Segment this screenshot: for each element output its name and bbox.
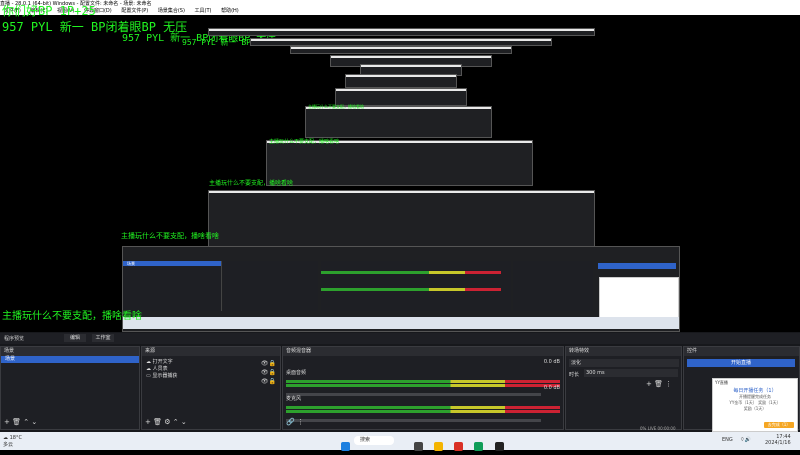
start-streaming-button[interactable]: 开始直播 [687, 359, 795, 367]
duration-label: 时长 [569, 372, 580, 378]
menu-bar: 文件(F) 编辑(E) 视图(V) 停靠窗口(D) 配置文件(P) 场景集合(S… [0, 8, 800, 15]
transition-select[interactable]: 淡化 [569, 359, 679, 367]
nested-overlay-11: 主播玩什么不要支配，播啥看啥 [121, 232, 219, 240]
transitions-panel: 转场特效 淡化 时长 300 ms + 🗑 ⋮ [565, 346, 682, 430]
popup-title: 每日开播任务（1） [733, 388, 777, 394]
nested-preview-8: 主播玩什么不要支配，播啥看啥 [305, 104, 492, 138]
remove-scene-icon[interactable]: 🗑 [12, 418, 21, 426]
track-db: 0.0 dB [543, 359, 560, 365]
overlay-text-bottom: 主播玩什么不要支配，播啥看啥 [2, 311, 142, 322]
menu-scene-collection[interactable]: 场景集合(S) [158, 8, 185, 14]
source-label: 打开文字 [152, 359, 173, 365]
move-up-icon[interactable]: ⌃ [173, 418, 179, 426]
menu-dots-icon[interactable]: ⋮ [665, 380, 672, 388]
sources-title: 来源 [142, 347, 280, 356]
window-title-bar: 直播 - 28.0.1 (64-bit) Windows - 配置文件: 未命名… [0, 0, 800, 8]
nested-overlay-8: 主播玩什么不要支配，播啥看啥 [308, 104, 364, 109]
transition-toolbar: + 🗑 ⋮ [646, 380, 672, 388]
source-label: 人员表 [152, 366, 168, 372]
eye-icon[interactable]: 👁🔒 [261, 368, 276, 377]
edit-button[interactable]: 编辑 [64, 334, 86, 342]
preview-label: 程序预览 [4, 336, 25, 342]
track-name: 桌面音频 [286, 370, 307, 376]
eye-icon[interactable]: 👁🔒 [261, 377, 276, 386]
nested-overlay-10: 主播玩什么不要支配，播啥看啥 [209, 180, 294, 187]
input-language[interactable]: ENG [722, 437, 733, 443]
studio-button[interactable]: 工作室 [92, 334, 114, 342]
source-item[interactable]: ☁ 打开文字 [142, 359, 280, 366]
track-db: 0.0 dB [543, 385, 560, 391]
nested-preview-2 [250, 38, 552, 46]
mixer-track: 麦克风 0.0 dB [286, 385, 560, 422]
popup-line: 奖励（1天） [743, 406, 767, 411]
eye-icon[interactable]: 👁🔒 [261, 359, 276, 368]
duration-input[interactable]: 300 ms [584, 369, 678, 377]
menu-dots-icon[interactable]: ⋮ [297, 418, 304, 426]
add-source-icon[interactable]: + [145, 418, 151, 426]
nested-preview-3 [290, 46, 512, 54]
nested-start-button [598, 263, 676, 269]
wifi-icon[interactable]: ⌔🔊 [740, 437, 751, 443]
taskbar-clock[interactable]: 17:44 2024/1/16 [765, 434, 791, 446]
text-source-icon: ☁ [146, 359, 153, 365]
nested-overlay-9: 主播玩什么不要支配，播啥看啥 [269, 139, 340, 145]
remove-source-icon[interactable]: 🗑 [153, 418, 162, 426]
mixer-toolbar: 🔗 ⋮ [286, 418, 304, 426]
popup-action-button[interactable]: 去完成（1） [764, 422, 794, 428]
level-meter [286, 406, 560, 409]
nested-preview-10: 主播玩什么不要支配，播啥看啥 [208, 180, 595, 247]
add-scene-icon[interactable]: + [4, 418, 10, 426]
preview-header: 程序预览 编辑 工作室 [0, 333, 800, 344]
weather-widget[interactable]: ☁ 18°C 多云 [3, 435, 22, 448]
menu-help[interactable]: 帮助(H) [221, 8, 239, 14]
weather-icon: ☁ [3, 435, 10, 441]
volume-slider[interactable] [286, 419, 541, 422]
add-transition-icon[interactable]: + [646, 380, 652, 388]
weather-temp: 18°C [9, 435, 22, 441]
weather-desc: 多云 [3, 442, 14, 448]
mixer-title: 音频混音器 [283, 347, 563, 356]
level-meter [286, 410, 560, 413]
level-meter [286, 380, 560, 383]
gear-icon[interactable]: ⚙ [164, 418, 170, 426]
nested-preview-11: 场景 主播玩什么不要支配，播啥看啥 [121, 232, 680, 332]
controls-title: 控件 [684, 347, 799, 356]
sources-panel: 来源 ☁ 打开文字 ☁ 人员表 ▭ 显示器捕获 👁🔒 👁🔒 👁🔒 + 🗑 ⚙ ⌃… [141, 346, 281, 430]
task-popup: YY直播 每日开播任务（1） 开播提醒完成任务 YY金币（1天） 奖励（1天） … [712, 378, 798, 432]
people-source-icon: ☁ [146, 366, 153, 372]
move-down-icon[interactable]: ⌄ [31, 418, 37, 426]
nested-scene-item: 场景 [123, 261, 221, 266]
source-item[interactable]: ☁ 人员表 [142, 366, 280, 373]
audio-mixer-panel: 音频混音器 桌面音频 0.0 dB 麦克风 0.0 dB 🔗 ⋮ [282, 346, 564, 430]
nested-preview-6 [345, 74, 457, 88]
remove-transition-icon[interactable]: 🗑 [654, 380, 663, 388]
track-name: 麦克风 [286, 396, 302, 402]
scenes-panel: 场景 场景 + 🗑 ⌃ ⌄ [0, 346, 140, 430]
source-item[interactable]: ▭ 显示器捕获 [142, 373, 280, 380]
nested-preview-1 [208, 28, 595, 36]
scenes-title: 场景 [1, 347, 139, 356]
overlay-text-top: 你们好BP 1P+25 [2, 4, 96, 18]
link-icon[interactable]: 🔗 [286, 418, 295, 426]
nested-preview-9: 主播玩什么不要支配，播啥看啥 [266, 139, 533, 186]
status-bar: 0% LIVE 00:00:00 [640, 426, 676, 431]
taskbar-search[interactable]: 搜索 [354, 436, 394, 445]
move-up-icon[interactable]: ⌃ [23, 418, 29, 426]
source-label: 显示器捕获 [152, 373, 178, 379]
clock-date: 2024/1/16 [765, 440, 791, 446]
menu-profile[interactable]: 配置文件(P) [121, 8, 148, 14]
taskbar: ☁ 18°C 多云 搜索 ENG ⌔🔊 17:44 2024/1/16 [0, 432, 800, 451]
sources-toolbar: + 🗑 ⚙ ⌃ ⌄ [145, 418, 187, 426]
scene-item[interactable]: 场景 [1, 356, 139, 363]
popup-app: YY直播 [715, 380, 728, 385]
scenes-toolbar: + 🗑 ⌃ ⌄ [4, 418, 37, 426]
taskbar-apps: 搜索 [338, 436, 507, 455]
move-down-icon[interactable]: ⌄ [181, 418, 187, 426]
transitions-title: 转场特效 [566, 347, 681, 356]
menu-tools[interactable]: 工具(T) [195, 8, 212, 14]
nested-popup [599, 277, 679, 319]
source-visibility: 👁🔒 👁🔒 👁🔒 [261, 359, 276, 386]
